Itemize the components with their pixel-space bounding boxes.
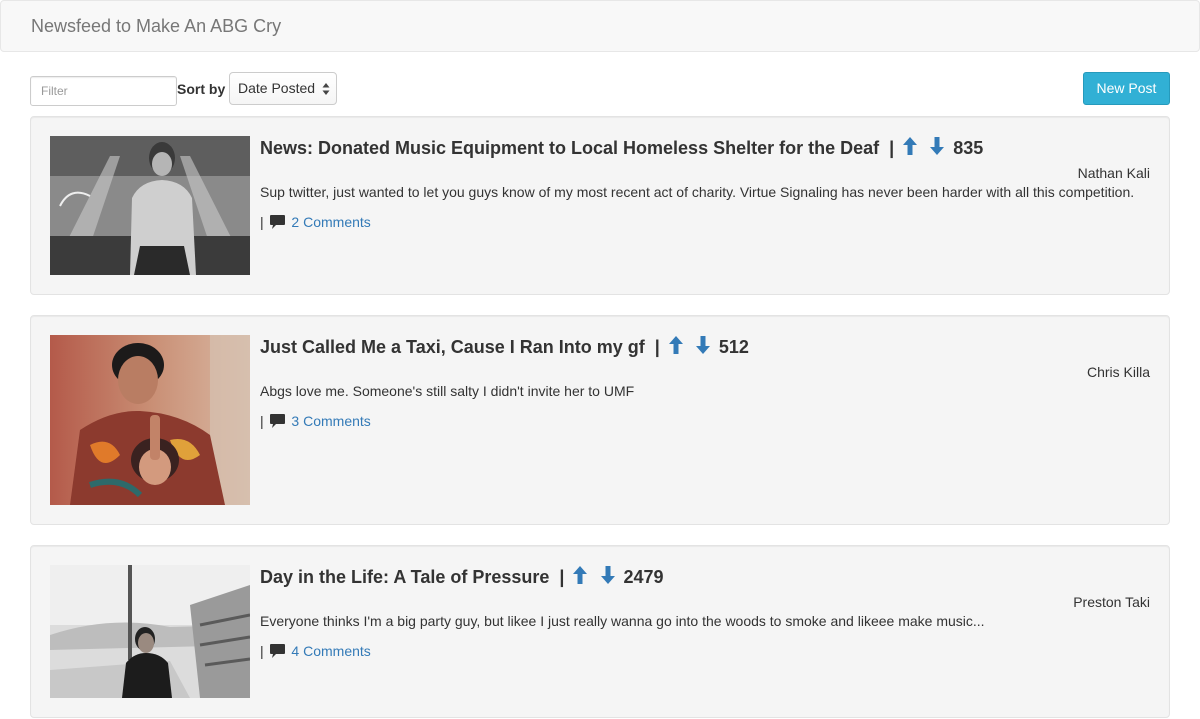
post-title-text[interactable]: Just Called Me a Taxi, Cause I Ran Into … (260, 337, 645, 357)
title-separator: | (654, 337, 660, 357)
post-image[interactable] (50, 136, 250, 275)
comments-pipe: | (260, 413, 264, 429)
navbar: Newsfeed to Make An ABG Cry (0, 0, 1200, 52)
post-image[interactable] (50, 335, 250, 505)
vote-score: 512 (718, 337, 749, 357)
comments-pipe: | (260, 643, 264, 659)
select-caret-icon (322, 83, 330, 95)
arrow-up-icon[interactable] (573, 566, 588, 584)
post-card: News: Donated Music Equipment to Local H… (30, 116, 1170, 295)
comment-icon (269, 414, 285, 432)
post-body: Everyone thinks I'm a big party guy, but… (260, 613, 985, 629)
post-title: Day in the Life: A Tale of Pressure | 24… (260, 566, 664, 588)
vote-score: 2479 (623, 567, 664, 587)
post-photo (50, 565, 250, 698)
post-photo (50, 335, 250, 505)
new-post-button[interactable]: New Post (1083, 72, 1170, 105)
title-separator: | (889, 138, 895, 158)
vote-score: 835 (953, 138, 984, 158)
post-photo (50, 136, 250, 275)
comment-icon (269, 215, 285, 233)
arrow-down-icon[interactable] (600, 566, 615, 584)
comment-icon (269, 644, 285, 662)
post-card: Day in the Life: A Tale of Pressure | 24… (30, 545, 1170, 718)
post-title-text[interactable]: News: Donated Music Equipment to Local H… (260, 138, 879, 158)
post-author: Preston Taki (1073, 594, 1150, 610)
arrow-down-icon[interactable] (930, 137, 945, 155)
post-title-text[interactable]: Day in the Life: A Tale of Pressure (260, 567, 549, 587)
post-title: Just Called Me a Taxi, Cause I Ran Into … (260, 336, 749, 358)
sort-select-value: Date Posted (238, 80, 316, 96)
post-comments: | 3 Comments (260, 412, 371, 432)
post-body: Abgs love me. Someone's still salty I di… (260, 383, 635, 399)
post-body: Sup twitter, just wanted to let you guys… (260, 184, 1135, 200)
arrow-up-icon[interactable] (668, 336, 683, 354)
comments-link[interactable]: 2 Comments (291, 214, 370, 230)
comments-pipe: | (260, 214, 264, 230)
arrow-up-icon[interactable] (903, 137, 918, 155)
title-separator: | (559, 567, 565, 587)
comments-link[interactable]: 3 Comments (291, 413, 370, 429)
post-image[interactable] (50, 565, 250, 698)
comments-link[interactable]: 4 Comments (291, 643, 370, 659)
navbar-brand[interactable]: Newsfeed to Make An ABG Cry (31, 15, 281, 37)
post-comments: | 2 Comments (260, 213, 371, 233)
post-author: Chris Killa (1086, 364, 1150, 380)
arrow-down-icon[interactable] (695, 336, 710, 354)
filter-input[interactable] (30, 76, 177, 106)
sort-select[interactable]: Date Posted (229, 72, 337, 105)
post-card: Just Called Me a Taxi, Cause I Ran Into … (30, 315, 1170, 525)
post-author: Nathan Kali (1077, 165, 1150, 181)
sort-label: Sort by (177, 81, 226, 97)
post-title: News: Donated Music Equipment to Local H… (260, 137, 983, 159)
post-comments: | 4 Comments (260, 642, 371, 662)
